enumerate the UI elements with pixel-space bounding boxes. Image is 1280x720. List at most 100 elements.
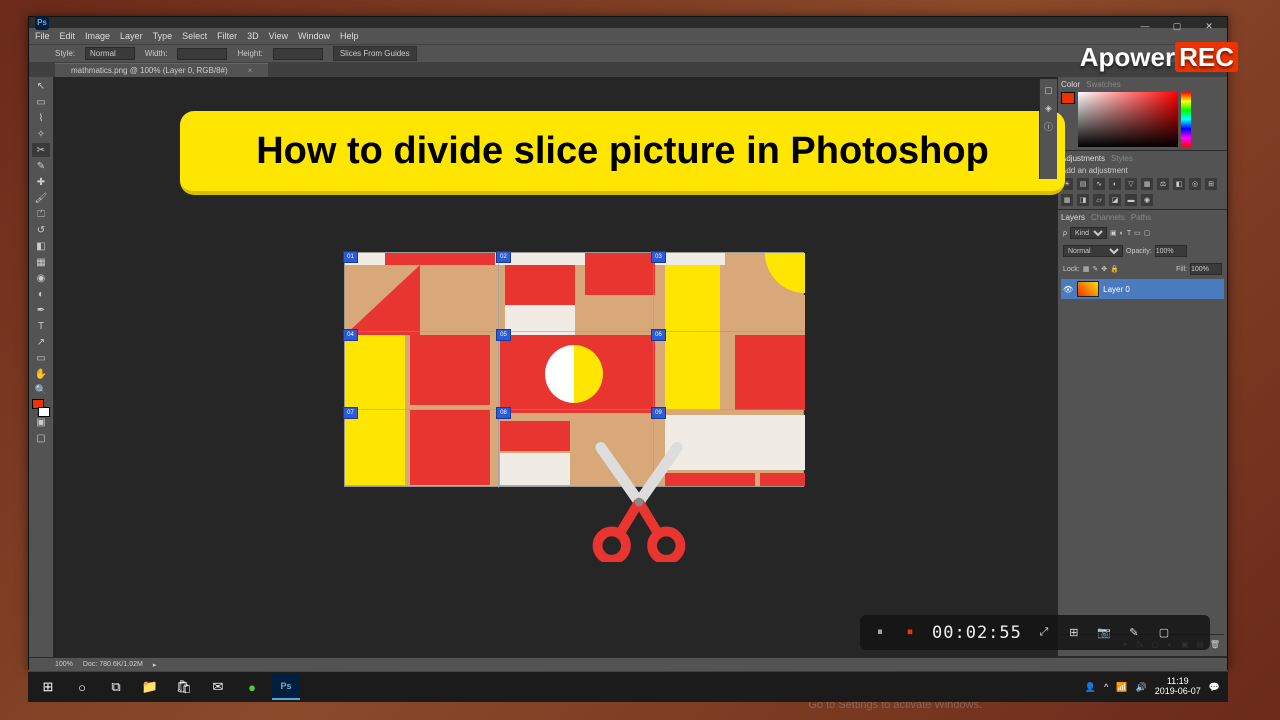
- canvas-area[interactable]: How to divide slice picture in Photoshop: [54, 77, 1057, 657]
- visibility-icon[interactable]: 👁: [1063, 285, 1073, 294]
- lock-all-icon[interactable]: 🔒: [1110, 265, 1119, 273]
- eyedropper-tool[interactable]: ✎: [32, 159, 50, 173]
- menu-window[interactable]: Window: [298, 31, 330, 41]
- color-swatch-tool[interactable]: [32, 399, 50, 413]
- menu-image[interactable]: Image: [85, 31, 110, 41]
- recorder-tool1-icon[interactable]: ⤢: [1036, 625, 1052, 641]
- document-tab-close[interactable]: ×: [240, 63, 261, 77]
- channel-mixer-icon[interactable]: ⊞: [1205, 178, 1217, 190]
- hue-icon[interactable]: ▦: [1141, 178, 1153, 190]
- filter-adj-icon[interactable]: ◐: [1120, 230, 1124, 237]
- action-center-icon[interactable]: 💬: [1209, 682, 1220, 693]
- recorder-more-icon[interactable]: ▢: [1156, 625, 1172, 641]
- pen-tool[interactable]: ✒: [32, 303, 50, 317]
- delete-layer-icon[interactable]: 🗑: [1209, 638, 1221, 650]
- stop-button[interactable]: ⏹: [902, 625, 918, 641]
- slice-badge[interactable]: 08: [496, 407, 511, 419]
- menu-3d[interactable]: 3D: [247, 31, 259, 41]
- app-icon[interactable]: ●: [238, 674, 266, 700]
- style-select[interactable]: Normal: [85, 47, 135, 60]
- dodge-tool[interactable]: ◐: [32, 287, 50, 301]
- filter-image-icon[interactable]: ▣: [1110, 229, 1117, 237]
- eraser-tool[interactable]: ◧: [32, 239, 50, 253]
- hand-tool[interactable]: ✋: [32, 367, 50, 381]
- curves-icon[interactable]: ∿: [1093, 178, 1105, 190]
- lookup-icon[interactable]: ▦: [1061, 194, 1073, 206]
- menu-help[interactable]: Help: [340, 31, 359, 41]
- threshold-icon[interactable]: ◪: [1109, 194, 1121, 206]
- filter-smart-icon[interactable]: ▢: [1144, 229, 1151, 237]
- invert-icon[interactable]: ◨: [1077, 194, 1089, 206]
- system-clock[interactable]: 11:19 2019-06-07: [1155, 677, 1201, 697]
- slice-badge[interactable]: 07: [343, 407, 358, 419]
- recorder-tool2-icon[interactable]: ⊞: [1066, 625, 1082, 641]
- camera-icon[interactable]: 📷: [1096, 625, 1112, 641]
- lasso-tool[interactable]: ⌇: [32, 111, 50, 125]
- move-tool[interactable]: ↖: [32, 79, 50, 93]
- slice-badge[interactable]: 04: [343, 329, 358, 341]
- file-explorer-icon[interactable]: 📁: [136, 674, 164, 700]
- screen-mode-tool[interactable]: ▢: [32, 431, 50, 445]
- slice-badge[interactable]: 03: [651, 251, 666, 263]
- slice-badge[interactable]: 05: [496, 329, 511, 341]
- properties-icon[interactable]: ◈: [1042, 101, 1056, 115]
- magic-wand-tool[interactable]: ✧: [32, 127, 50, 141]
- color-field[interactable]: [1078, 92, 1178, 147]
- foreground-color[interactable]: [1061, 92, 1075, 104]
- cortana-icon[interactable]: ○: [68, 674, 96, 700]
- zoom-tool[interactable]: 🔍: [32, 383, 50, 397]
- tab-adjustments[interactable]: Adjustments: [1061, 154, 1105, 163]
- slice-badge[interactable]: 01: [343, 251, 358, 263]
- layer-row[interactable]: 👁 Layer 0: [1061, 279, 1224, 299]
- tab-color[interactable]: Color: [1061, 80, 1080, 89]
- posterize-icon[interactable]: ▱: [1093, 194, 1105, 206]
- info-icon[interactable]: ⓘ: [1042, 119, 1056, 133]
- slices-from-guides-button[interactable]: Slices From Guides: [333, 46, 417, 61]
- stamp-tool[interactable]: ⏍: [32, 207, 50, 221]
- healing-tool[interactable]: ✚: [32, 175, 50, 189]
- store-icon[interactable]: 🛍: [170, 674, 198, 700]
- tab-swatches[interactable]: Swatches: [1086, 80, 1121, 89]
- lock-pixels-icon[interactable]: ✎: [1092, 265, 1098, 273]
- opacity-input[interactable]: [1155, 245, 1187, 257]
- bw-icon[interactable]: ◧: [1173, 178, 1185, 190]
- taskbar-photoshop[interactable]: Ps: [272, 674, 300, 700]
- blur-tool[interactable]: ◉: [32, 271, 50, 285]
- lock-transparency-icon[interactable]: ▦: [1083, 265, 1090, 273]
- lock-position-icon[interactable]: ✥: [1101, 265, 1107, 273]
- color-balance-icon[interactable]: ⚖: [1157, 178, 1169, 190]
- start-button[interactable]: ⊞: [34, 674, 62, 700]
- menu-edit[interactable]: Edit: [60, 31, 76, 41]
- task-view-icon[interactable]: ⧉: [102, 674, 130, 700]
- volume-icon[interactable]: 🔊: [1136, 682, 1147, 693]
- fill-input[interactable]: [1190, 263, 1222, 275]
- status-arrow-icon[interactable]: ▸: [153, 661, 157, 669]
- mail-icon[interactable]: ✉: [204, 674, 232, 700]
- type-tool[interactable]: T: [32, 319, 50, 333]
- zoom-level[interactable]: 100%: [55, 661, 73, 668]
- hue-slider[interactable]: [1181, 92, 1191, 147]
- people-icon[interactable]: 👤: [1085, 682, 1096, 693]
- close-button[interactable]: ✕: [1195, 19, 1223, 33]
- photo-filter-icon[interactable]: ◎: [1189, 178, 1201, 190]
- wifi-icon[interactable]: 📶: [1116, 682, 1127, 693]
- kind-select[interactable]: Kind: [1070, 227, 1107, 239]
- gradient-tool[interactable]: ▦: [32, 255, 50, 269]
- tab-paths[interactable]: Paths: [1131, 213, 1151, 222]
- brush-tool[interactable]: 🖌: [32, 191, 50, 205]
- quick-mask-tool[interactable]: ▣: [32, 415, 50, 429]
- slice-badge[interactable]: 06: [651, 329, 666, 341]
- path-tool[interactable]: ↗: [32, 335, 50, 349]
- slice-badge[interactable]: 02: [496, 251, 511, 263]
- menu-file[interactable]: File: [35, 31, 50, 41]
- tab-channels[interactable]: Channels: [1091, 213, 1125, 222]
- document-tab[interactable]: mathmatics.png @ 100% (Layer 0, RGB/8#)×: [55, 63, 268, 77]
- selective-color-icon[interactable]: ◉: [1141, 194, 1153, 206]
- levels-icon[interactable]: ▤: [1077, 178, 1089, 190]
- pencil-icon[interactable]: ✎: [1126, 625, 1142, 641]
- blend-mode-select[interactable]: Normal: [1063, 245, 1123, 257]
- crop-tool[interactable]: ✂: [32, 143, 50, 157]
- slice-badge[interactable]: 09: [651, 407, 666, 419]
- menu-type[interactable]: Type: [153, 31, 173, 41]
- filter-type-icon[interactable]: T: [1127, 230, 1131, 237]
